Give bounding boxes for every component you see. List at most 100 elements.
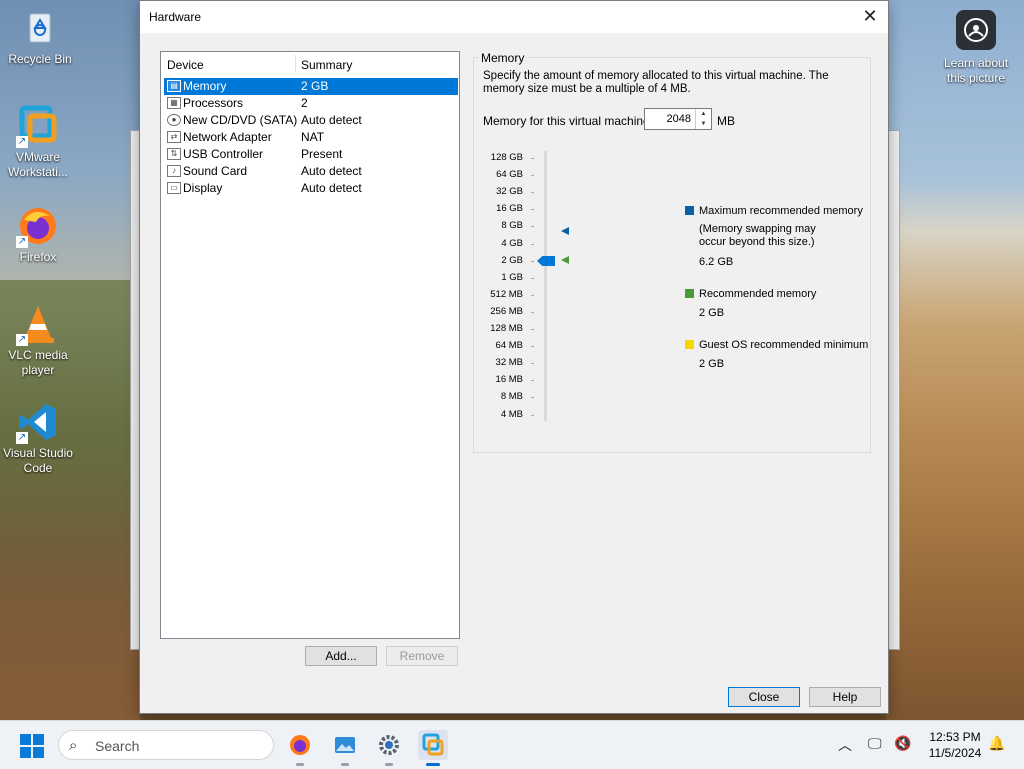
memory-scale-tick: 4 GB (501, 237, 523, 249)
device-name: New CD/DVD (SATA) (183, 113, 298, 127)
device-summary: Auto detect (301, 113, 362, 127)
device-row-sound-card[interactable]: ♪ Sound Card Auto detect (164, 163, 458, 180)
device-row-memory[interactable]: ▤ Memory 2 GB (164, 78, 458, 95)
taskbar-vmware[interactable] (418, 730, 448, 766)
memory-value[interactable]: 2048 (667, 113, 691, 125)
memory-scale-tick: 16 GB (496, 203, 523, 215)
windows-logo-tile (33, 747, 44, 758)
memory-scale-tick-mark (531, 243, 534, 245)
memory-scale-tick: 64 GB (496, 169, 523, 181)
memory-scale-tick: 8 GB (501, 220, 523, 232)
device-name: Display (183, 181, 223, 195)
device-summary: Auto detect (301, 181, 362, 195)
firefox-icon (290, 735, 310, 755)
photos-icon (335, 737, 355, 753)
recycle-bin-icon (18, 6, 62, 50)
device-row-cd-dvd[interactable]: ● New CD/DVD (SATA) Auto detect (164, 112, 458, 129)
recommended-marker (561, 256, 569, 264)
desktop-icon-label: VMware Workstati... (8, 150, 68, 179)
taskbar-search[interactable]: ⌕ Search (58, 730, 274, 760)
memory-scale-tick: 128 GB (490, 152, 523, 163)
memory-slider-track[interactable] (544, 151, 547, 421)
memory-scale-tick-mark (531, 380, 534, 382)
vscode-icon: ↗ (16, 400, 60, 444)
column-header-device[interactable]: Device (167, 58, 204, 72)
device-summary: NAT (301, 130, 325, 144)
desktop-icon-vlc[interactable]: ↗ VLC media player (2, 302, 74, 378)
memory-scale-tick: 512 MB (490, 288, 523, 300)
spin-up-icon[interactable]: ▲ (695, 109, 711, 119)
help-button[interactable]: Help (809, 687, 881, 707)
running-indicator (296, 763, 304, 766)
remove-button[interactable]: Remove (386, 646, 458, 666)
windows-logo-tile (20, 747, 31, 758)
desktop-icon-vscode[interactable]: ↗ Visual Studio Code (2, 400, 74, 476)
search-icon: ⌕ (69, 737, 78, 754)
memory-scale-tick: 128 MB (490, 323, 523, 334)
memory-scale-tick-mark (531, 192, 534, 194)
memory-scale-tick: 32 GB (496, 186, 523, 198)
wallpaper-right (886, 0, 1024, 720)
minimum-value: 2 GB (699, 358, 725, 370)
memory-scale-tick-mark (531, 277, 534, 279)
memory-field-label: Memory for this virtual machine: (483, 114, 654, 128)
device-list: Device Summary ▤ Memory 2 GB ▦ Processor… (160, 51, 460, 639)
hardware-dialog: Hardware ✕ Device Summary ▤ Memory 2 GB … (139, 0, 889, 714)
desktop-icon-recycle-bin[interactable]: Recycle Bin (4, 6, 76, 67)
memory-scale-tick: 32 MB (495, 357, 523, 369)
clock-date: 11/5/2024 (928, 746, 982, 760)
desktop-icon-label: VLC media player (8, 348, 68, 377)
windows-logo-icon (20, 734, 31, 745)
memory-scale-tick-mark (531, 158, 534, 159)
memory-scale-tick: 16 MB (495, 374, 523, 386)
close-button[interactable]: Close (728, 687, 800, 707)
network-icon[interactable]: 🖵 (868, 735, 882, 752)
shortcut-arrow-icon: ↗ (16, 236, 28, 248)
spin-down-icon[interactable]: ▼ (695, 119, 711, 129)
title-bar: Hardware ✕ (140, 1, 888, 33)
taskbar-settings[interactable] (374, 730, 404, 766)
start-button[interactable] (20, 734, 44, 758)
add-button[interactable]: Add... (305, 646, 377, 666)
volume-muted-icon[interactable]: 🔇 (894, 735, 911, 752)
desktop-icon-firefox[interactable]: ↗ Firefox (2, 204, 74, 265)
max-recommended-note: (Memory swapping may occur beyond this s… (699, 223, 816, 248)
max-recommended-label: Maximum recommended memory (699, 205, 863, 217)
chevron-up-icon[interactable]: ︿ (838, 735, 852, 755)
column-separator[interactable] (295, 55, 296, 72)
recommended-label: Recommended memory (699, 288, 817, 300)
taskbar-photos[interactable] (330, 730, 360, 766)
device-name: Processors (183, 96, 244, 110)
usb-icon: ⇅ (167, 148, 181, 160)
device-name: Sound Card (183, 164, 248, 178)
device-summary: Present (301, 147, 343, 161)
network-adapter-icon: ⇄ (167, 131, 181, 143)
shortcut-arrow-icon: ↗ (16, 432, 28, 444)
device-name: Network Adapter (183, 130, 272, 144)
device-row-processors[interactable]: ▦ Processors 2 (164, 95, 458, 112)
memory-scale-tick: 8 MB (500, 391, 523, 403)
running-indicator (385, 763, 393, 766)
device-name: USB Controller (183, 147, 264, 161)
desktop-icon-label: Firefox (19, 250, 57, 264)
memory-spinbox[interactable]: 2048 ▲ ▼ (644, 108, 712, 130)
system-clock[interactable]: 12:53 PM 11/5/2024 (918, 729, 992, 761)
recommended-legend-swatch (685, 289, 694, 298)
memory-scale-tick-mark (531, 175, 534, 177)
close-icon: ✕ (862, 6, 878, 26)
taskbar-firefox[interactable] (285, 730, 315, 766)
device-row-usb-controller[interactable]: ⇅ USB Controller Present (164, 146, 458, 163)
device-row-display[interactable]: ▭ Display Auto detect (164, 180, 458, 197)
memory-scale-tick-mark (531, 311, 534, 313)
dialog-title: Hardware (149, 10, 202, 24)
notification-bell-icon[interactable]: 🔔 (988, 735, 1005, 752)
close-window-button[interactable]: ✕ (858, 5, 882, 29)
memory-scale-tick: 2 GB (501, 254, 523, 266)
learn-about-picture[interactable]: Learn about this picture (938, 10, 1014, 86)
memory-scale-tick: 64 MB (495, 340, 523, 352)
desktop-icon-vmware[interactable]: ↗ VMware Workstati... (2, 104, 74, 180)
memory-scale-tick-mark (531, 260, 534, 262)
column-header-summary[interactable]: Summary (301, 58, 352, 72)
vmware-icon (422, 733, 444, 756)
device-row-network-adapter[interactable]: ⇄ Network Adapter NAT (164, 129, 458, 146)
